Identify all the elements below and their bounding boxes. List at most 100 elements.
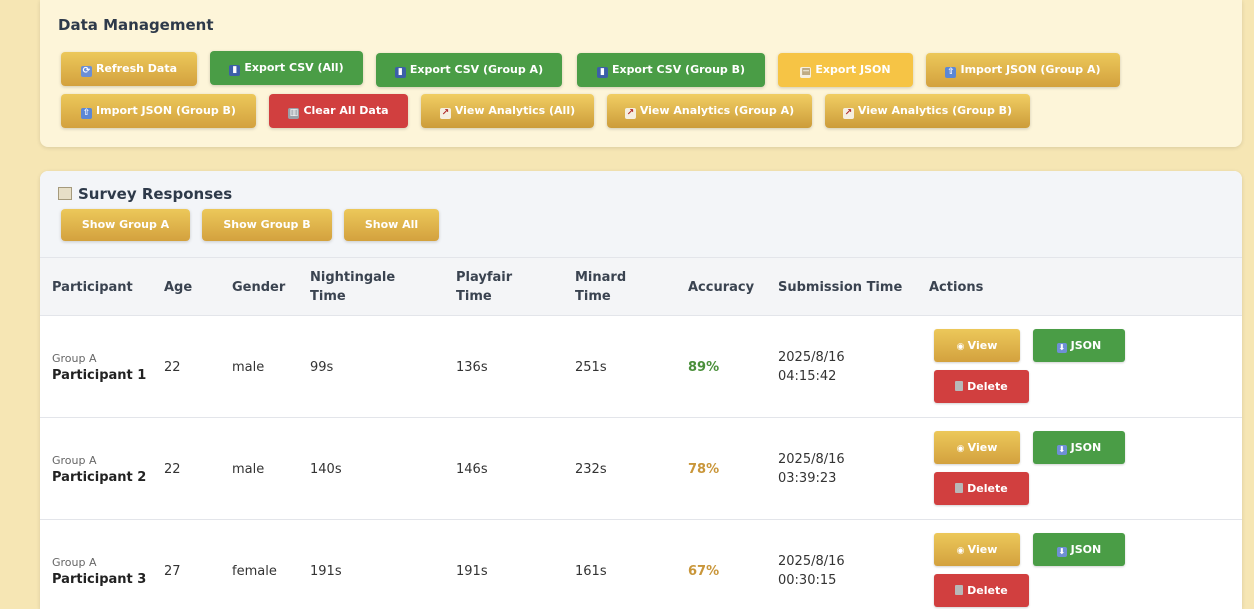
table-header: Participant Age Gender Nightingale Time … bbox=[40, 257, 1242, 316]
cell-nightingale: 140s bbox=[310, 462, 342, 477]
submission-date: 2025/8/16 bbox=[778, 452, 845, 467]
trash-icon: ▥ bbox=[288, 108, 300, 119]
refresh-icon: ⟳ bbox=[80, 66, 92, 77]
upload-icon: ⇧ bbox=[945, 67, 957, 78]
col-submission-time: Submission Time bbox=[778, 280, 903, 295]
view-button[interactable]: ◉ View bbox=[934, 431, 1020, 464]
view-label: View bbox=[967, 441, 998, 454]
view-analytics-all-button[interactable]: ↗ View Analytics (All) bbox=[421, 94, 594, 128]
cell-minard: 232s bbox=[575, 462, 607, 477]
delete-label: Delete bbox=[967, 584, 1008, 597]
export-csv-group-b-label: Export CSV (Group B) bbox=[611, 63, 746, 76]
cell-gender: male bbox=[232, 360, 265, 375]
col-playfair-line1: Playfair bbox=[456, 270, 513, 285]
cell-nightingale: 191s bbox=[310, 564, 342, 579]
table-row: Group A Participant 3 27 female 191s 191… bbox=[40, 520, 1242, 609]
col-nightingale-line1: Nightingale bbox=[310, 270, 396, 285]
trash-icon bbox=[955, 381, 964, 391]
export-csv-all-label: Export CSV (All) bbox=[244, 61, 344, 74]
submission-clock: 00:30:15 bbox=[778, 573, 837, 588]
submission-clock: 03:39:23 bbox=[778, 471, 837, 486]
survey-responses-panel: Survey Responses Show Group A Show Group… bbox=[40, 171, 1242, 609]
participant-group: Group A bbox=[52, 352, 97, 365]
submission-date: 2025/8/16 bbox=[778, 350, 845, 365]
import-json-group-b-button[interactable]: ⇧ Import JSON (Group B) bbox=[61, 94, 256, 128]
participant-group: Group A bbox=[52, 556, 97, 569]
json-button[interactable]: ⬇ JSON bbox=[1033, 329, 1125, 362]
eye-icon: ◉ bbox=[956, 342, 968, 352]
export-csv-all-button[interactable]: ▮ Export CSV (All) bbox=[210, 51, 363, 85]
export-json-button[interactable]: ▤ Export JSON bbox=[778, 53, 913, 87]
trash-icon bbox=[955, 585, 964, 595]
delete-button[interactable]: Delete bbox=[934, 370, 1029, 403]
cell-submission-time: 2025/8/16 00:30:15 bbox=[778, 552, 845, 590]
col-actions: Actions bbox=[929, 280, 984, 295]
col-playfair: Playfair Time bbox=[456, 268, 512, 306]
import-json-group-a-button[interactable]: ⇧ Import JSON (Group A) bbox=[926, 53, 1120, 87]
delete-button[interactable]: Delete bbox=[934, 574, 1029, 607]
delete-button[interactable]: Delete bbox=[934, 472, 1029, 505]
export-csv-group-a-label: Export CSV (Group A) bbox=[409, 63, 544, 76]
delete-label: Delete bbox=[967, 482, 1008, 495]
cell-accuracy: 89% bbox=[688, 360, 720, 375]
cell-submission-time: 2025/8/16 04:15:42 bbox=[778, 348, 845, 386]
json-label: JSON bbox=[1070, 441, 1102, 454]
line-chart-icon: ↗ bbox=[439, 108, 451, 119]
cell-accuracy: 78% bbox=[688, 462, 720, 477]
line-chart-icon: ↗ bbox=[624, 108, 636, 119]
json-label: JSON bbox=[1070, 543, 1102, 556]
col-nightingale: Nightingale Time bbox=[310, 268, 395, 306]
eye-icon: ◉ bbox=[956, 546, 968, 556]
bar-chart-icon: ▮ bbox=[229, 65, 241, 76]
json-button[interactable]: ⬇ JSON bbox=[1033, 431, 1125, 464]
clear-all-data-button[interactable]: ▥ Clear All Data bbox=[269, 94, 408, 128]
view-label: View bbox=[967, 543, 998, 556]
view-analytics-all-label: View Analytics (All) bbox=[454, 104, 576, 117]
delete-label: Delete bbox=[967, 380, 1008, 393]
col-minard-line2: Time bbox=[575, 289, 611, 304]
trash-icon bbox=[955, 483, 964, 493]
table-row: Group A Participant 2 22 male 140s 146s … bbox=[40, 418, 1242, 520]
export-csv-group-a-button[interactable]: ▮ Export CSV (Group A) bbox=[376, 53, 562, 87]
view-label: View bbox=[967, 339, 998, 352]
view-analytics-group-a-button[interactable]: ↗ View Analytics (Group A) bbox=[607, 94, 812, 128]
show-all-button[interactable]: Show All bbox=[344, 209, 439, 241]
json-button[interactable]: ⬇ JSON bbox=[1033, 533, 1125, 566]
view-analytics-group-b-button[interactable]: ↗ View Analytics (Group B) bbox=[825, 94, 1030, 128]
participant-name: Participant 1 bbox=[52, 368, 147, 383]
col-minard-line1: Minard bbox=[575, 270, 627, 285]
cell-accuracy: 67% bbox=[688, 564, 720, 579]
clear-all-data-label: Clear All Data bbox=[303, 104, 389, 117]
view-button[interactable]: ◉ View bbox=[934, 533, 1020, 566]
json-label: JSON bbox=[1070, 339, 1102, 352]
document-icon: ▤ bbox=[800, 67, 812, 78]
cell-age: 22 bbox=[164, 360, 181, 375]
view-analytics-group-b-label: View Analytics (Group B) bbox=[857, 104, 1013, 117]
col-minard: Minard Time bbox=[575, 268, 626, 306]
cell-playfair: 136s bbox=[456, 360, 488, 375]
cell-gender: male bbox=[232, 462, 265, 477]
bar-chart-icon: ▮ bbox=[394, 67, 406, 78]
cell-playfair: 146s bbox=[456, 462, 488, 477]
clipboard-icon bbox=[58, 187, 72, 200]
cell-gender: female bbox=[232, 564, 277, 579]
cell-minard: 251s bbox=[575, 360, 607, 375]
col-nightingale-line2: Time bbox=[310, 289, 346, 304]
refresh-data-button[interactable]: ⟳ Refresh Data bbox=[61, 52, 197, 86]
export-json-label: Export JSON bbox=[815, 63, 891, 76]
import-json-group-b-label: Import JSON (Group B) bbox=[96, 104, 236, 117]
data-management-panel: Data Management ⟳ Refresh Data ▮ Export CS… bbox=[40, 0, 1242, 147]
cell-minard: 161s bbox=[575, 564, 607, 579]
cell-nightingale: 99s bbox=[310, 360, 334, 375]
eye-icon: ◉ bbox=[956, 444, 968, 454]
survey-responses-header: Survey Responses Show Group A Show Group… bbox=[40, 171, 1242, 257]
download-icon: ⬇ bbox=[1056, 445, 1067, 455]
view-button[interactable]: ◉ View bbox=[934, 329, 1020, 362]
export-csv-group-b-button[interactable]: ▮ Export CSV (Group B) bbox=[577, 53, 765, 87]
show-group-a-button[interactable]: Show Group A bbox=[61, 209, 190, 241]
show-group-b-button[interactable]: Show Group B bbox=[202, 209, 332, 241]
col-age: Age bbox=[164, 280, 193, 295]
submission-date: 2025/8/16 bbox=[778, 554, 845, 569]
import-json-group-a-label: Import JSON (Group A) bbox=[960, 63, 1101, 76]
cell-age: 27 bbox=[164, 564, 181, 579]
